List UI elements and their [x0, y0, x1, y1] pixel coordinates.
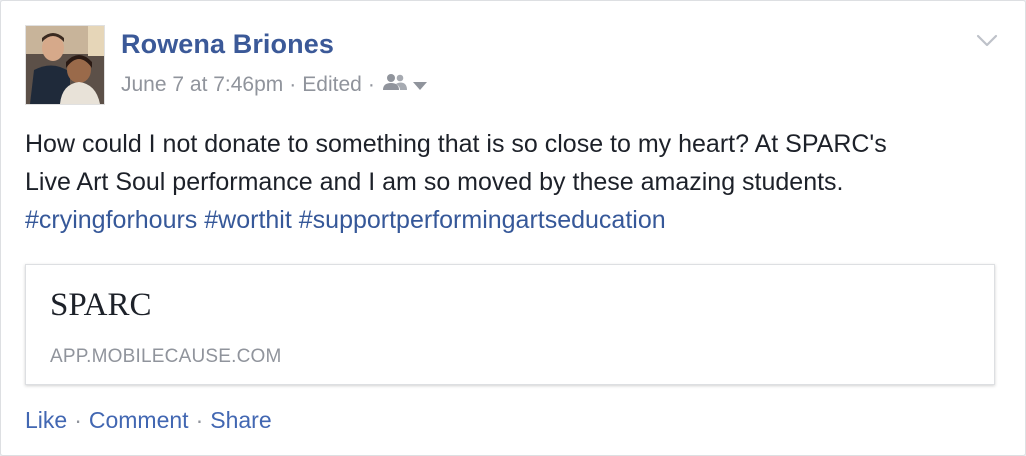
share-button[interactable]: Share — [210, 407, 271, 434]
post-text-line: How could I not donate to something that… — [25, 130, 887, 158]
chevron-down-icon[interactable] — [975, 31, 999, 51]
hashtag-link[interactable]: #supportperformingartseducation — [299, 206, 666, 234]
post-timestamp[interactable]: June 7 at 7:46pm — [121, 73, 283, 97]
post-meta: June 7 at 7:46pm · Edited · — [121, 73, 427, 97]
meta-separator: · — [367, 73, 375, 96]
link-domain: APP.MOBILECAUSE.COM — [50, 346, 282, 367]
action-separator: · — [74, 407, 82, 433]
edited-label[interactable]: Edited — [302, 73, 362, 97]
hashtag-link[interactable]: #cryingforhours — [25, 206, 197, 234]
hashtag-line: #cryingforhours #worthit #supportperform… — [25, 201, 1005, 239]
action-separator: · — [195, 407, 204, 433]
post-text: How could I not donate to something that… — [25, 125, 1005, 239]
author-name[interactable]: Rowena Briones — [121, 29, 334, 60]
post-card: Rowena Briones June 7 at 7:46pm · Edited… — [0, 0, 1026, 456]
post-actions: Like · Comment · Share — [25, 407, 272, 434]
comment-button[interactable]: Comment — [89, 407, 189, 434]
hashtag-link[interactable]: #worthit — [204, 206, 292, 234]
link-title: SPARC — [50, 287, 152, 323]
avatar[interactable] — [25, 25, 105, 105]
friends-icon — [382, 73, 407, 97]
privacy-selector[interactable] — [382, 73, 427, 97]
caret-down-icon — [412, 73, 427, 97]
like-button[interactable]: Like — [25, 407, 67, 434]
meta-separator: · — [289, 73, 297, 96]
post-text-line: Live Art Soul performance and I am so mo… — [25, 168, 844, 196]
link-preview-card[interactable]: SPARC APP.MOBILECAUSE.COM — [25, 264, 995, 385]
